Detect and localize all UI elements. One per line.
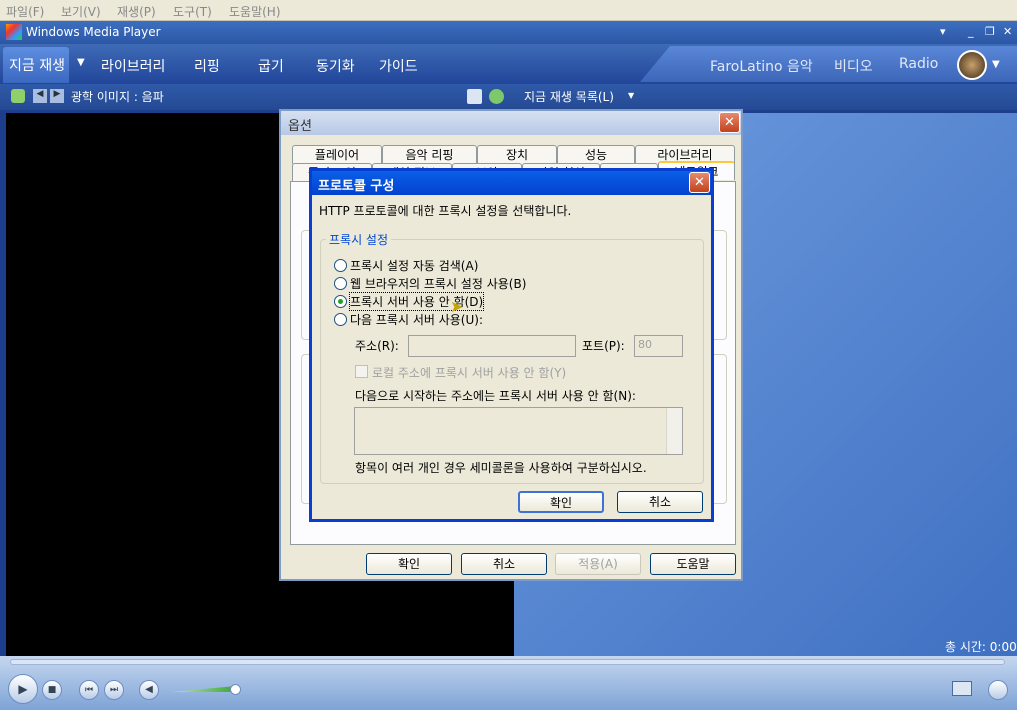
- options-title: 옵션: [288, 119, 312, 134]
- stop-button[interactable]: ■: [42, 680, 62, 700]
- tab-guide[interactable]: 가이드: [379, 56, 418, 76]
- store-logo-icon[interactable]: [957, 50, 987, 80]
- tab-farolatino-music[interactable]: FaroLatino 음악: [710, 56, 813, 76]
- port-label: 포트(P):: [582, 339, 625, 353]
- protocol-titlebar: 프로토콜 구성 ✕: [312, 171, 711, 195]
- bypass-local-label: 로컬 주소에 프록시 서버 사용 안 함(Y): [372, 366, 567, 380]
- volume-thumb[interactable]: [230, 684, 241, 695]
- options-titlebar: 옵션 ✕: [281, 111, 741, 135]
- previous-button[interactable]: ⏮: [79, 680, 99, 700]
- scrollbar[interactable]: [666, 408, 682, 454]
- close-icon[interactable]: ✕: [1003, 25, 1012, 38]
- minimize-icon[interactable]: _: [968, 25, 974, 38]
- protocol-description: HTTP 프로토콜에 대한 프록시 설정을 선택합니다.: [319, 204, 572, 218]
- cursor-icon: ➤: [450, 297, 464, 316]
- tab-rip-music[interactable]: 음악 리핑: [382, 145, 477, 164]
- total-time: 총 시간: 0:00: [945, 640, 1017, 654]
- visualization-name: 광학 이미지 : 음파: [71, 90, 164, 104]
- show-menu-icon[interactable]: [11, 89, 25, 103]
- menu-tools[interactable]: 도구(T): [173, 3, 212, 20]
- wmp-logo-icon: [6, 24, 22, 40]
- ok-button[interactable]: 확인: [518, 491, 604, 513]
- radio-browser-settings[interactable]: [334, 277, 347, 290]
- tab-sync[interactable]: 동기화: [316, 56, 355, 76]
- separator-hint: 항목이 여러 개인 경우 세미콜론을 사용하여 구분하십시오.: [355, 461, 647, 475]
- tab-performance[interactable]: 성능: [557, 145, 635, 164]
- browser-settings-label[interactable]: 웹 브라우저의 프록시 설정 사용(B): [350, 275, 526, 292]
- bypass-list-textarea[interactable]: [354, 407, 683, 455]
- radio-custom-proxy[interactable]: [334, 313, 347, 326]
- address-label: 주소(R):: [355, 339, 399, 353]
- tab-video[interactable]: 비디오: [834, 56, 873, 76]
- tab-burn[interactable]: 굽기: [258, 56, 284, 76]
- next-button[interactable]: ⏭: [104, 680, 124, 700]
- chevron-down-icon[interactable]: ▼: [992, 59, 1000, 70]
- seek-bar[interactable]: [10, 659, 1005, 665]
- radio-no-proxy[interactable]: [334, 295, 347, 308]
- menu-file[interactable]: 파일(F): [6, 3, 44, 20]
- cancel-button[interactable]: 취소: [617, 491, 703, 513]
- menu-view[interactable]: 보기(V): [61, 3, 101, 20]
- mute-icon[interactable]: ◀: [139, 680, 159, 700]
- auto-detect-label[interactable]: 프록시 설정 자동 검색(A): [350, 257, 478, 274]
- title-bar: Windows Media Player ▾ _ ❐ ✕: [0, 21, 1017, 44]
- chevron-down-icon[interactable]: ▼: [77, 57, 85, 68]
- cancel-button[interactable]: 취소: [461, 553, 547, 575]
- chevron-down-icon[interactable]: ▼: [628, 91, 634, 100]
- help-button[interactable]: 도움말: [650, 553, 736, 575]
- menu-bar: 파일(F) 보기(V) 재생(P) 도구(T) 도움말(H): [0, 0, 1017, 21]
- tab-radio[interactable]: Radio: [899, 56, 938, 72]
- next-visual-icon[interactable]: ▶: [50, 89, 64, 103]
- shuffle-icon[interactable]: [489, 89, 504, 104]
- previous-visual-icon[interactable]: ◀: [33, 89, 47, 103]
- port-input[interactable]: 80: [634, 335, 683, 357]
- tab-devices[interactable]: 장치: [477, 145, 557, 164]
- bypass-list-label: 다음으로 시작하는 주소에는 프록시 서버 사용 안 함(N):: [355, 389, 636, 403]
- mini-mode-icon[interactable]: [952, 681, 972, 696]
- close-icon[interactable]: ✕: [719, 112, 740, 133]
- playlist-dropdown[interactable]: 지금 재생 목록(L): [524, 88, 614, 105]
- tab-now-playing-label[interactable]: 지금 재생: [9, 55, 65, 75]
- bypass-local-checkbox[interactable]: [355, 365, 368, 378]
- switch-skin-icon[interactable]: [988, 680, 1008, 700]
- layout-icon[interactable]: [467, 89, 482, 104]
- protocol-config-dialog: 프로토콜 구성 ✕ HTTP 프로토콜에 대한 프록시 설정을 선택합니다. 프…: [309, 168, 714, 522]
- tab-library[interactable]: 라이브러리: [101, 56, 165, 76]
- menu-play[interactable]: 재생(P): [117, 3, 156, 20]
- collapse-icon[interactable]: ▾: [940, 25, 946, 38]
- tab-rip[interactable]: 리핑: [194, 56, 220, 76]
- radio-auto-detect[interactable]: [334, 259, 347, 272]
- apply-button[interactable]: 적용(A): [555, 553, 641, 575]
- play-button[interactable]: ▶: [8, 674, 38, 704]
- tab-player[interactable]: 플레이어: [292, 145, 382, 164]
- restore-icon[interactable]: ❐: [985, 25, 995, 38]
- menu-help[interactable]: 도움말(H): [229, 3, 281, 20]
- protocol-title: 프로토콜 구성: [318, 179, 395, 194]
- proxy-settings-label: 프록시 설정: [326, 231, 392, 248]
- app-title: Windows Media Player: [26, 25, 161, 39]
- address-input[interactable]: [408, 335, 576, 357]
- close-icon[interactable]: ✕: [689, 172, 710, 193]
- ok-button[interactable]: 확인: [366, 553, 452, 575]
